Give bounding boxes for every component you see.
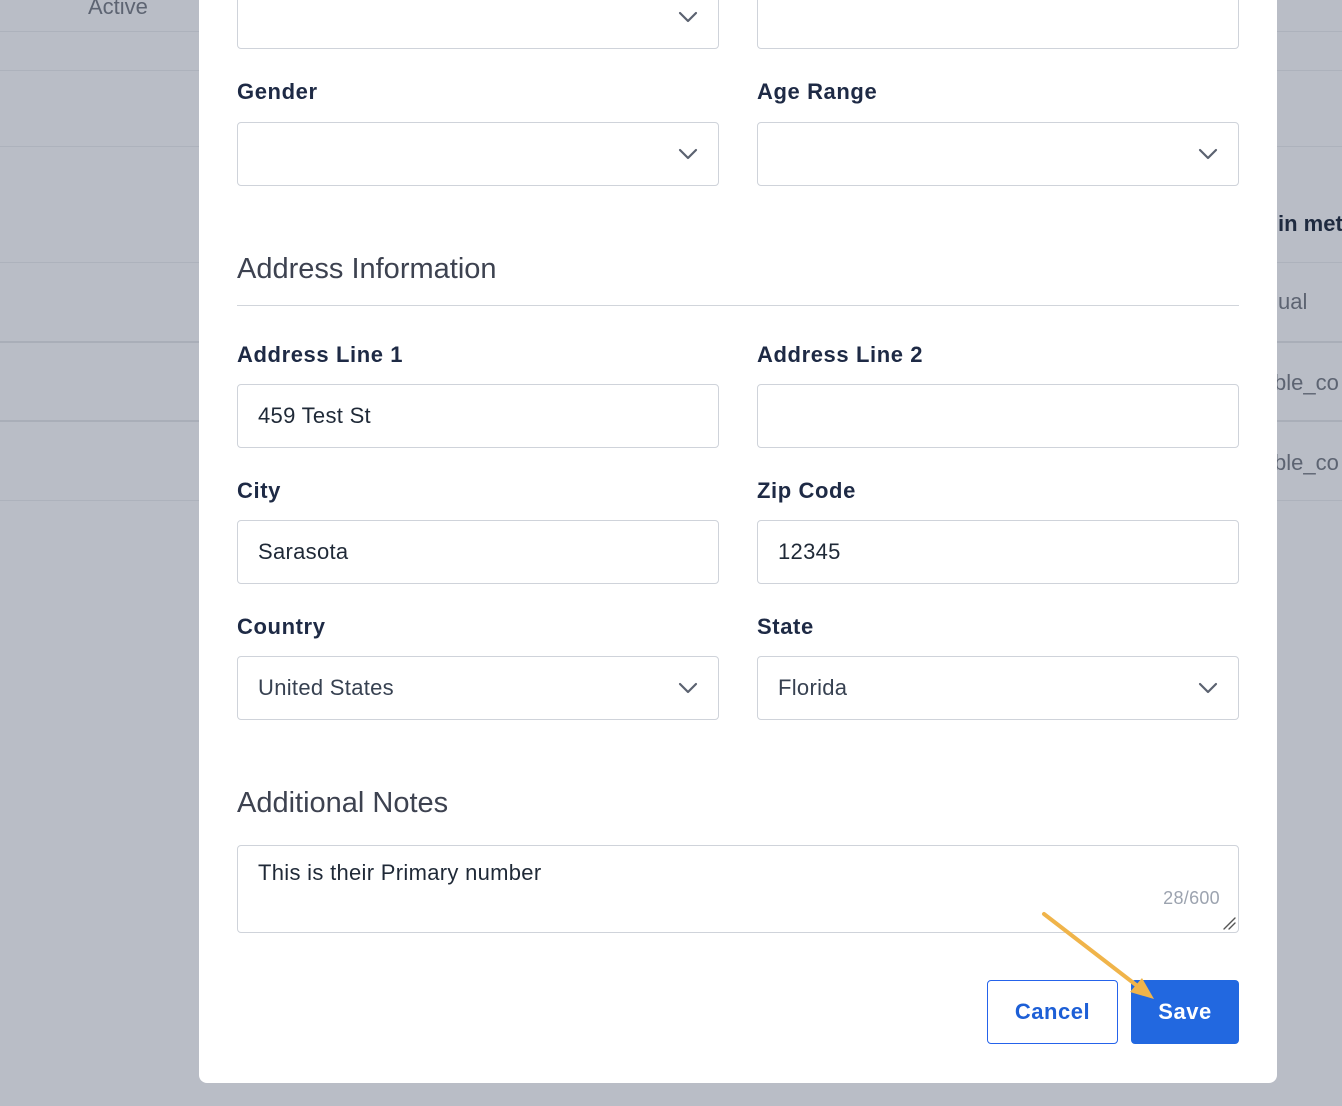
bg-column-header: in met — [1278, 211, 1342, 236]
country-label: Country — [237, 614, 326, 639]
gender-select[interactable] — [237, 122, 719, 186]
notes-section-title: Additional Notes — [237, 787, 449, 819]
notes-text: This is their Primary number — [258, 860, 542, 885]
chevron-down-icon — [678, 148, 698, 160]
bg-row-text: ble_co — [1274, 450, 1339, 475]
chevron-down-icon — [1198, 148, 1218, 160]
chevron-down-icon — [1198, 682, 1218, 694]
address-section-title: Address Information — [237, 253, 497, 285]
bg-status-text: Active — [88, 0, 148, 19]
zip-code-input[interactable]: 12345 — [757, 520, 1239, 584]
state-label: State — [757, 614, 814, 639]
city-label: City — [237, 478, 281, 503]
address-line2-input[interactable] — [757, 384, 1239, 448]
top-input[interactable] — [757, 0, 1239, 49]
country-select[interactable]: United States — [237, 656, 719, 720]
bg-row-text: ble_co — [1274, 370, 1339, 395]
address-line2-label: Address Line 2 — [757, 342, 924, 367]
state-select[interactable]: Florida — [757, 656, 1239, 720]
chevron-down-icon — [678, 11, 698, 23]
gender-label: Gender — [237, 79, 318, 104]
address-line1-label: Address Line 1 — [237, 342, 404, 367]
city-input[interactable]: Sarasota — [237, 520, 719, 584]
section-divider — [237, 305, 1239, 306]
cancel-button[interactable]: Cancel — [987, 980, 1118, 1044]
age-range-select[interactable] — [757, 122, 1239, 186]
top-select[interactable] — [237, 0, 719, 49]
address-line1-input[interactable]: 459 Test St — [237, 384, 719, 448]
save-button[interactable]: Save — [1131, 980, 1239, 1044]
bg-row-text: ual — [1278, 289, 1308, 314]
age-range-label: Age Range — [757, 79, 878, 104]
chevron-down-icon — [678, 682, 698, 694]
notes-textarea[interactable]: This is their Primary number 28/600 — [237, 845, 1239, 933]
resize-handle-icon[interactable] — [1220, 914, 1236, 930]
edit-contact-modal: Gender Age Range Address Information Add… — [199, 0, 1277, 1083]
zip-code-label: Zip Code — [757, 478, 856, 503]
character-counter: 28/600 — [1163, 888, 1220, 908]
